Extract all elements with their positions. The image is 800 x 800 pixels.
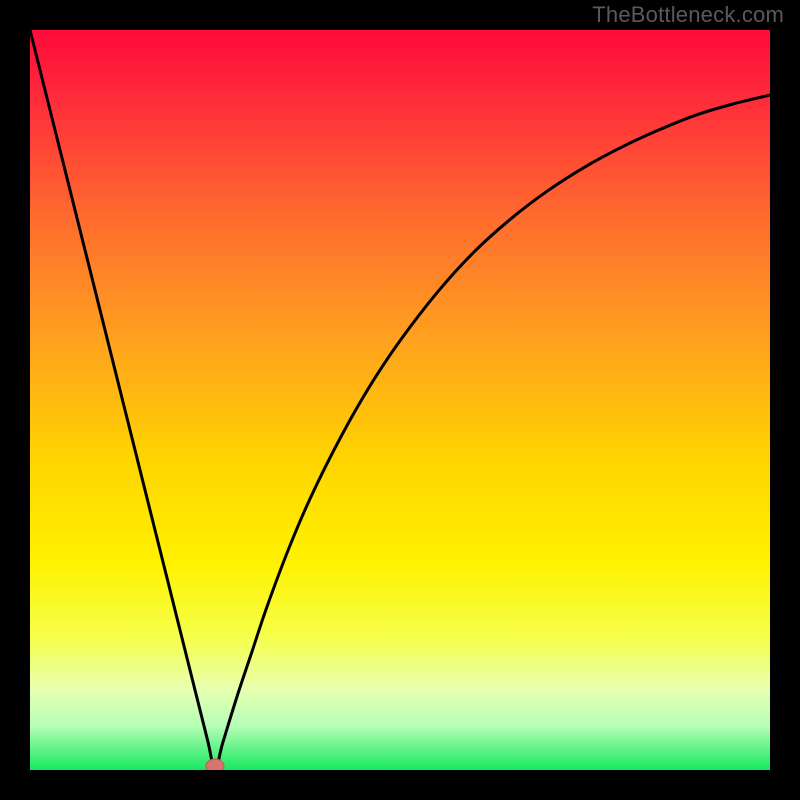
minimum-marker [206, 759, 224, 770]
plot-area [30, 30, 770, 770]
chart-frame: TheBottleneck.com [0, 0, 800, 800]
watermark-text: TheBottleneck.com [592, 2, 784, 28]
chart-svg [30, 30, 770, 770]
gradient-background [30, 30, 770, 770]
